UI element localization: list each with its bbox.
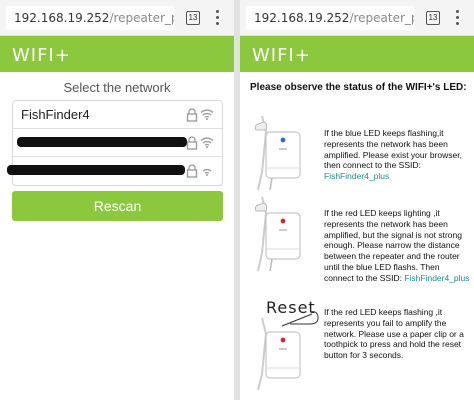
- url-path: /repeater_phone_s: [349, 11, 414, 25]
- wifi-icon: [202, 168, 212, 176]
- app-header: WIFI+: [0, 36, 234, 72]
- redacted-network-name: [17, 137, 187, 147]
- tab-switcher-icon[interactable]: 13: [426, 11, 440, 25]
- step-red-lighting-description: If the red LED keeps lighting ,it repres…: [324, 208, 462, 283]
- right-screen: 192.168.19.252/repeater_phone_s 13 WIFI+…: [240, 0, 474, 400]
- url-text: 192.168.19.252/repeater_phone_s: [14, 11, 174, 25]
- repeater-red-led-image: [254, 196, 301, 272]
- lock-icon: [186, 164, 198, 178]
- url-host: 192.168.19.252: [14, 11, 110, 25]
- redacted-network-name: [7, 165, 185, 175]
- rescan-button[interactable]: Rescan: [12, 191, 223, 221]
- lock-icon: [186, 136, 198, 150]
- url-host: 192.168.19.252: [254, 11, 350, 25]
- overflow-menu-icon[interactable]: [214, 10, 220, 26]
- browser-toolbar: 192.168.19.252/repeater_phone_s 13: [0, 0, 234, 36]
- step-red-flashing-text: If the red LED keeps flashing ,it repres…: [324, 307, 470, 361]
- led-status-title: Please observe the status of the WIFI+'s…: [250, 82, 467, 93]
- red-led: [280, 337, 286, 343]
- step-red-lighting-text: If the red LED keeps lighting ,it repres…: [324, 208, 470, 284]
- network-row[interactable]: [7, 157, 222, 186]
- url-text: 192.168.19.252/repeater_phone_s: [254, 11, 414, 25]
- address-bar[interactable]: 192.168.19.252/repeater_phone_s: [246, 6, 414, 30]
- repeater-reset-image: [257, 311, 319, 391]
- wifi-icon: [200, 109, 214, 120]
- wifi-plus-logo: WIFI+: [12, 45, 71, 66]
- lock-icon: [186, 108, 198, 122]
- browser-toolbar: 192.168.19.252/repeater_phone_s 13: [240, 0, 474, 36]
- step-blue-text: If the blue LED keeps flashing,it repres…: [324, 128, 470, 182]
- wifi-plus-logo: WIFI+: [252, 45, 311, 66]
- ssid-link[interactable]: FishFinder4_plus: [324, 171, 389, 181]
- ssid-link[interactable]: FishFinder4_plus: [404, 273, 469, 283]
- network-list: FishFinder4: [7, 100, 223, 186]
- step-red-flashing-description: If the red LED keeps flashing ,it repres…: [324, 307, 464, 361]
- address-bar[interactable]: 192.168.19.252/repeater_phone_s: [6, 6, 174, 30]
- repeater-blue-led-image: [254, 115, 301, 191]
- overflow-menu-icon[interactable]: [454, 10, 460, 26]
- blue-led: [280, 137, 286, 143]
- left-screen: 192.168.19.252/repeater_phone_s 13 WIFI+…: [0, 0, 234, 400]
- network-row[interactable]: [13, 129, 222, 157]
- network-row[interactable]: FishFinder4: [13, 101, 222, 129]
- url-path: /repeater_phone_s: [109, 11, 174, 25]
- network-name: FishFinder4: [21, 107, 90, 122]
- app-header: WIFI+: [240, 36, 474, 72]
- tab-switcher-icon[interactable]: 13: [186, 11, 200, 25]
- wifi-icon: [200, 137, 214, 148]
- red-led: [280, 218, 286, 224]
- select-network-title: Select the network: [63, 80, 171, 95]
- step-blue-description: If the blue LED keeps flashing,it repres…: [324, 128, 462, 171]
